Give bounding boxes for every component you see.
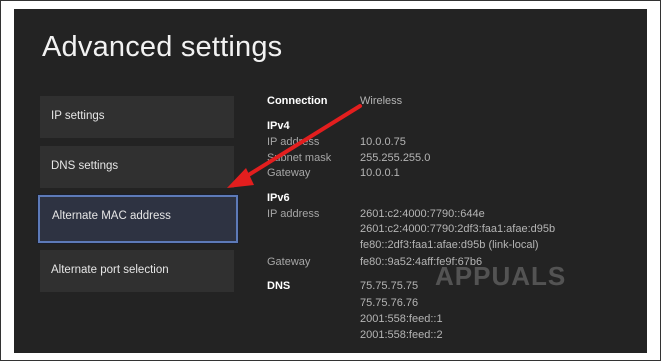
arrow-head — [227, 168, 254, 188]
settings-screen: Advanced settings IP settings DNS settin… — [14, 9, 647, 353]
arrow-shaft — [240, 104, 362, 181]
red-arrow-annotation — [227, 104, 362, 188]
